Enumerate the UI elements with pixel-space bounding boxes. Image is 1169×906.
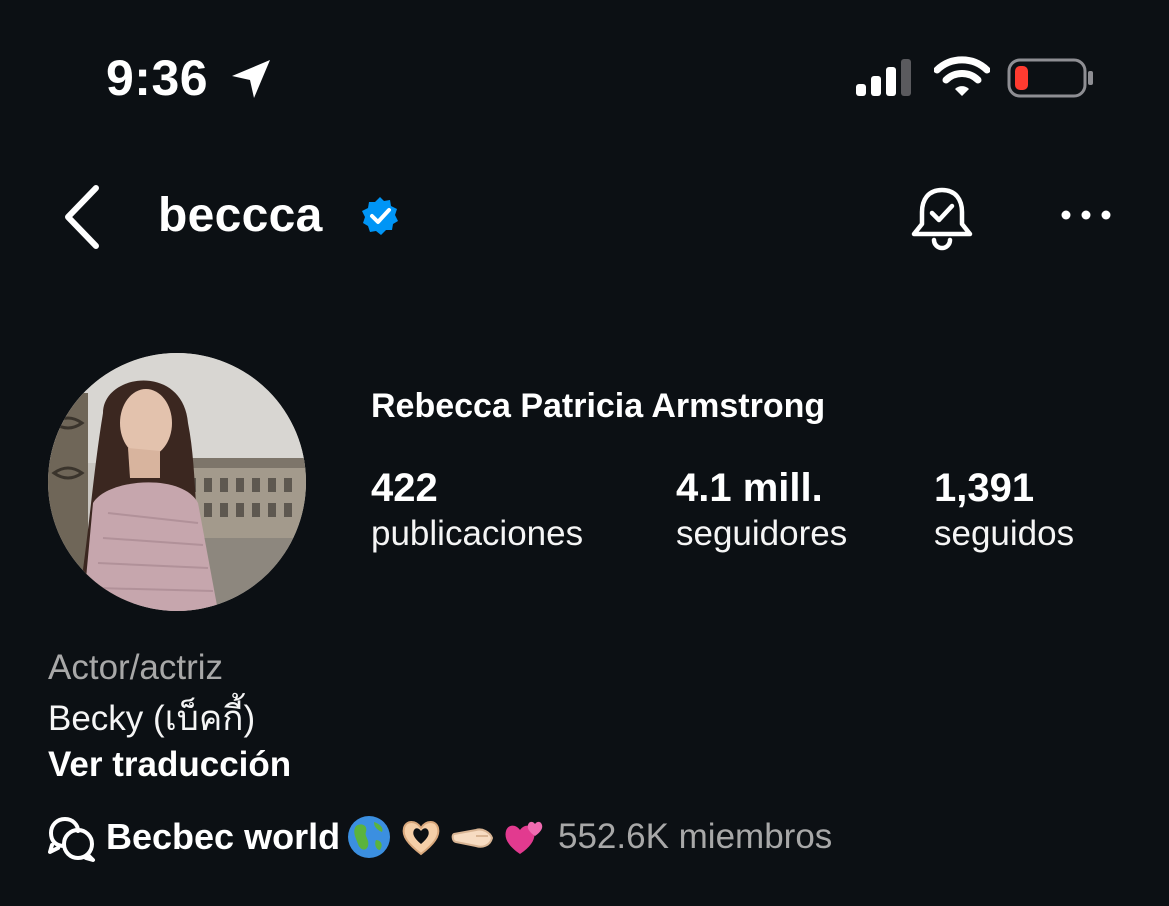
back-chevron-icon[interactable] bbox=[58, 184, 108, 250]
bell-check-icon[interactable] bbox=[908, 184, 976, 252]
channel-emojis bbox=[346, 814, 548, 860]
profile-category: Actor/actriz bbox=[48, 648, 224, 687]
see-translation-link[interactable]: Ver traducción bbox=[48, 742, 291, 788]
wifi-icon bbox=[934, 56, 990, 96]
two-hearts-icon bbox=[505, 821, 543, 854]
posts-label: publicaciones bbox=[371, 514, 584, 553]
following-count: 1,391 bbox=[934, 466, 1035, 510]
full-name: Rebecca Patricia Armstrong bbox=[371, 387, 826, 425]
globe-americas-icon bbox=[348, 816, 390, 858]
posts-stat[interactable]: 422 publicaciones bbox=[371, 464, 583, 556]
status-time: 9:36 bbox=[106, 50, 209, 106]
broadcast-channel-icon[interactable] bbox=[48, 816, 96, 862]
followers-count: 4.1 mill. bbox=[676, 466, 823, 510]
followers-label: seguidores bbox=[676, 514, 848, 553]
verified-badge-icon bbox=[362, 197, 398, 235]
followers-stat[interactable]: 4.1 mill. seguidores bbox=[676, 464, 847, 556]
following-stat[interactable]: 1,391 seguidos bbox=[934, 464, 1074, 556]
avatar[interactable] bbox=[48, 353, 306, 611]
profile-username: beccca bbox=[158, 189, 323, 242]
more-dots-icon[interactable] bbox=[1058, 200, 1114, 230]
signal-icon bbox=[856, 59, 911, 96]
battery-low-icon bbox=[1007, 58, 1093, 98]
posts-count: 422 bbox=[371, 466, 438, 510]
pinched-hand-icon bbox=[451, 828, 494, 848]
channel-member-count: 552.6K miembros bbox=[558, 817, 833, 856]
profile-bio: Becky (เบ็คกี้) bbox=[48, 699, 256, 738]
channel-name[interactable]: Becbec world bbox=[106, 814, 340, 860]
location-arrow-icon bbox=[232, 60, 270, 98]
avatar-photo bbox=[48, 353, 306, 611]
heart-hands-icon bbox=[402, 821, 440, 856]
following-label: seguidos bbox=[934, 514, 1075, 553]
